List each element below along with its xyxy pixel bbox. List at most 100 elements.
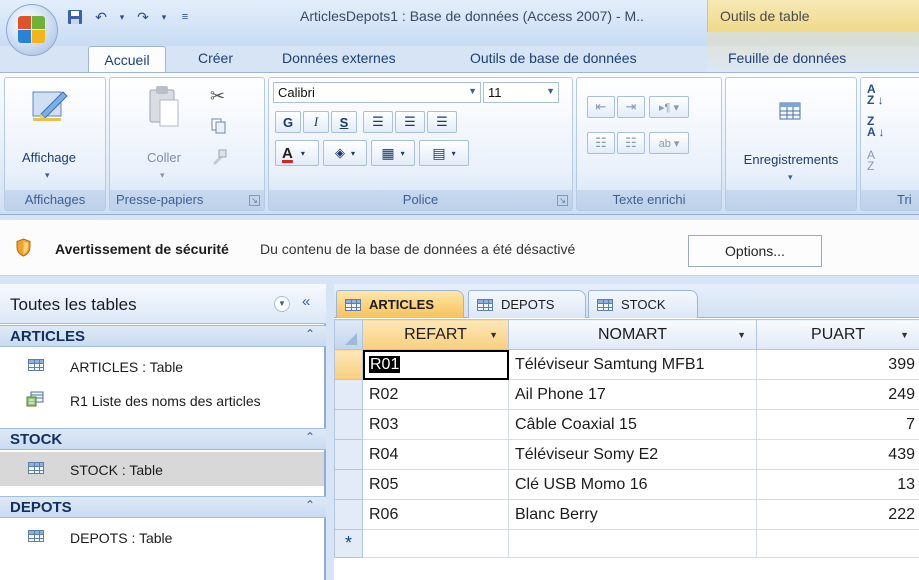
- paste-dropdown-icon[interactable]: ▾: [160, 170, 165, 181]
- column-dropdown-icon[interactable]: ▼: [737, 330, 746, 340]
- new-cell-nomart[interactable]: [508, 529, 757, 558]
- redo-dropdown-icon[interactable]: ▾: [160, 8, 168, 26]
- nav-group-stock[interactable]: STOCK ⌃: [0, 428, 326, 450]
- font-color-button[interactable]: A ▾: [275, 140, 319, 166]
- record-selector[interactable]: [334, 379, 363, 410]
- new-cell-puart[interactable]: [756, 529, 919, 558]
- record-selector[interactable]: [334, 349, 363, 380]
- tab-creer[interactable]: Créer: [198, 50, 233, 66]
- paste-icon[interactable]: [146, 84, 182, 130]
- doc-tab-stock[interactable]: STOCK: [588, 290, 698, 318]
- decrease-indent-button[interactable]: ⇤: [587, 96, 615, 118]
- bold-button[interactable]: G: [275, 111, 301, 133]
- format-painter-icon[interactable]: [210, 148, 228, 169]
- tab-outils-base-de-donnees[interactable]: Outils de base de données: [470, 50, 637, 66]
- nav-pane-menu-icon[interactable]: ▼: [274, 296, 290, 312]
- nav-group-articles[interactable]: ARTICLES ⌃: [0, 325, 326, 347]
- cell-puart[interactable]: 13: [756, 469, 919, 500]
- undo-icon[interactable]: ↶: [92, 8, 110, 26]
- column-dropdown-icon[interactable]: ▼: [900, 330, 909, 340]
- fill-color-button[interactable]: ◈ ▾: [323, 140, 367, 166]
- column-header-puart[interactable]: PUART ▼: [756, 319, 919, 350]
- underline-button[interactable]: S: [331, 111, 357, 133]
- view-dropdown-icon[interactable]: ▾: [45, 170, 50, 181]
- alternate-fill-button[interactable]: ▤ ▾: [419, 140, 469, 166]
- italic-button[interactable]: I: [303, 111, 329, 133]
- record-selector[interactable]: [334, 499, 363, 530]
- clipboard-launcher-icon[interactable]: ↘: [249, 195, 260, 206]
- tab-accueil[interactable]: Accueil: [88, 46, 166, 73]
- cell-refart[interactable]: R01: [362, 349, 509, 380]
- paste-button-label[interactable]: Coller: [130, 150, 198, 165]
- bullets-button[interactable]: ☷: [617, 132, 645, 154]
- view-button-label[interactable]: Affichage: [5, 150, 93, 165]
- numbering-button[interactable]: ☷: [587, 132, 615, 154]
- customize-qat-icon[interactable]: ≡: [176, 8, 194, 26]
- nav-item-articles-table[interactable]: ARTICLES : Table: [0, 349, 324, 383]
- cell-refart[interactable]: R06: [362, 499, 509, 530]
- column-header-nomart[interactable]: NOMART ▼: [508, 319, 757, 350]
- column-dropdown-icon[interactable]: ▼: [489, 330, 498, 340]
- tab-donnees-externes[interactable]: Données externes: [282, 50, 396, 66]
- save-icon[interactable]: [66, 8, 84, 26]
- font-size-select[interactable]: 11 ▼: [483, 82, 559, 103]
- increase-indent-button[interactable]: ⇥: [617, 96, 645, 118]
- cell-nomart[interactable]: Téléviseur Somy E2: [508, 439, 757, 470]
- record-selector[interactable]: [334, 439, 363, 470]
- redo-icon[interactable]: ↷: [134, 8, 152, 26]
- cell-puart[interactable]: 7: [756, 409, 919, 440]
- record-selector[interactable]: [334, 409, 363, 440]
- align-center-button[interactable]: ☰: [395, 111, 425, 133]
- gridlines-button[interactable]: ▦ ▾: [371, 140, 415, 166]
- cell-puart[interactable]: 222: [756, 499, 919, 530]
- nav-pane-title[interactable]: Toutes les tables: [10, 295, 137, 315]
- new-record-marker-icon[interactable]: *: [334, 529, 363, 558]
- clear-sort-icon[interactable]: AZ: [867, 149, 875, 172]
- cut-icon[interactable]: ✂: [210, 86, 225, 107]
- cell-nomart[interactable]: Blanc Berry: [508, 499, 757, 530]
- cell-nomart[interactable]: Téléviseur Samtung MFB1: [508, 349, 757, 380]
- cell-puart[interactable]: 439: [756, 439, 919, 470]
- nav-group-depots[interactable]: DEPOTS ⌃: [0, 496, 326, 518]
- records-button-label[interactable]: Enregistrements: [726, 152, 856, 167]
- cell-refart[interactable]: R03: [362, 409, 509, 440]
- cell-nomart[interactable]: Ail Phone 17: [508, 379, 757, 410]
- office-button[interactable]: [6, 4, 58, 56]
- undo-dropdown-icon[interactable]: ▾: [118, 8, 126, 26]
- cell-nomart[interactable]: Câble Coaxial 15: [508, 409, 757, 440]
- doc-tab-depots[interactable]: DEPOTS: [468, 290, 586, 318]
- view-icon[interactable]: [27, 84, 71, 128]
- nav-item-r1-report[interactable]: R1 Liste des noms des articles: [0, 383, 324, 417]
- record-selector[interactable]: [334, 469, 363, 500]
- sort-ascending-icon[interactable]: AZ ↓: [867, 83, 884, 106]
- doc-tab-articles[interactable]: ARTICLES: [336, 290, 464, 318]
- highlight-button[interactable]: ab ▾: [649, 132, 689, 154]
- align-left-button[interactable]: ☰: [363, 111, 393, 133]
- copy-icon[interactable]: [211, 118, 227, 137]
- options-button[interactable]: Options...: [688, 235, 822, 267]
- align-right-button[interactable]: ☰: [427, 111, 457, 133]
- nav-item-stock-table[interactable]: STOCK : Table: [0, 452, 324, 486]
- nav-item-depots-table[interactable]: DEPOTS : Table: [0, 520, 324, 554]
- shutter-bar-close-icon[interactable]: «: [302, 293, 310, 310]
- nav-pane-header[interactable]: Toutes les tables ▼ «: [0, 284, 326, 324]
- collapse-chevron-icon[interactable]: ⌃: [305, 498, 315, 512]
- cell-refart[interactable]: R04: [362, 439, 509, 470]
- new-cell-refart[interactable]: [362, 529, 509, 558]
- sort-descending-icon[interactable]: ZA ↓: [867, 115, 885, 138]
- cell-refart[interactable]: R05: [362, 469, 509, 500]
- collapse-chevron-icon[interactable]: ⌃: [305, 327, 315, 341]
- records-icon[interactable]: [779, 102, 801, 123]
- font-launcher-icon[interactable]: ↘: [557, 195, 568, 206]
- font-name-select[interactable]: Calibri ▼: [273, 82, 481, 103]
- select-all-corner[interactable]: [334, 319, 363, 350]
- cell-nomart[interactable]: Clé USB Momo 16: [508, 469, 757, 500]
- cell-puart[interactable]: 249: [756, 379, 919, 410]
- cell-refart[interactable]: R02: [362, 379, 509, 410]
- cell-puart[interactable]: 399: [756, 349, 919, 380]
- collapse-chevron-icon[interactable]: ⌃: [305, 430, 315, 444]
- tab-feuille-de-donnees[interactable]: Feuille de données: [728, 50, 846, 66]
- paragraph-direction-button[interactable]: ▸¶ ▾: [649, 96, 689, 118]
- records-dropdown-icon[interactable]: ▾: [788, 172, 793, 183]
- column-header-refart[interactable]: REFART ▼: [362, 319, 509, 350]
